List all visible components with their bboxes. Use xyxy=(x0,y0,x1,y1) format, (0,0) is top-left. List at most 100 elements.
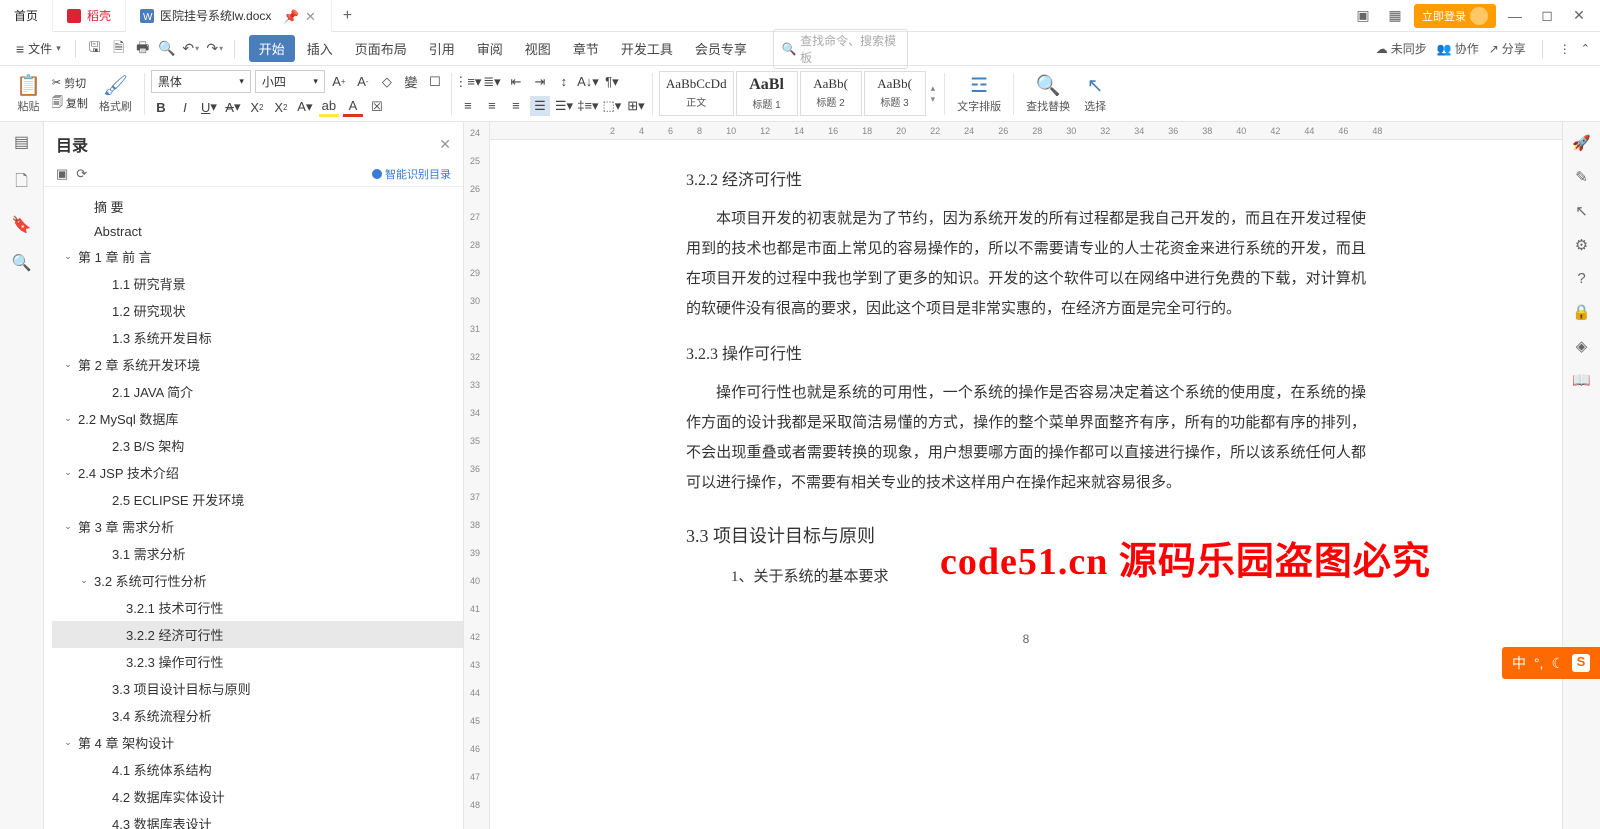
document-scroll[interactable]: 2468101214161820222426283032343638404244… xyxy=(490,122,1562,829)
toc-level-icon[interactable]: ▣ xyxy=(56,166,68,182)
formatpaint-group[interactable]: 🖌格式刷 xyxy=(93,73,138,114)
cut-button[interactable]: ✂ 剪切 xyxy=(49,74,91,92)
underline-icon[interactable]: U▾ xyxy=(199,97,219,117)
font-name-select[interactable]: 黑体▾ xyxy=(151,70,251,93)
print-preview-icon[interactable]: 🔍 xyxy=(156,38,178,60)
file-menu[interactable]: ≡文件▾ xyxy=(10,40,67,57)
number-list-icon[interactable]: ≣▾ xyxy=(482,72,502,92)
diamond-icon[interactable]: ◈ xyxy=(1576,337,1588,355)
expand-icon[interactable]: ⌃ xyxy=(1581,42,1590,55)
toc-item[interactable]: 1.2 研究现状 xyxy=(52,297,463,324)
toc-item[interactable]: 3.4 系统流程分析 xyxy=(52,702,463,729)
toc-close-icon[interactable]: ✕ xyxy=(439,136,451,153)
copy-button[interactable]: 🗐 复制 xyxy=(49,93,91,114)
settings-icon[interactable]: ⚙ xyxy=(1575,236,1588,254)
menu-tab-0[interactable]: 开始 xyxy=(249,35,295,62)
toc-item[interactable]: ⌄第 1 章 前 言 xyxy=(52,243,463,270)
ime-indicator[interactable]: 中 °, ☾ S xyxy=(1502,647,1600,679)
cursor-icon[interactable]: ↖ xyxy=(1575,202,1588,220)
collab-button[interactable]: 👥 协作 xyxy=(1437,40,1479,57)
toc-item[interactable]: 1.1 研究背景 xyxy=(52,270,463,297)
menu-tab-1[interactable]: 插入 xyxy=(297,35,343,62)
rocket-icon[interactable]: 🚀 xyxy=(1572,134,1591,152)
saveas-icon[interactable]: 🗎 xyxy=(108,38,130,60)
tab-close-icon[interactable]: ✕ xyxy=(303,9,317,23)
toc-item[interactable]: 3.2.3 操作可行性 xyxy=(52,648,463,675)
lock-icon[interactable]: 🔒 xyxy=(1572,303,1591,321)
clear-format-icon[interactable]: ◇ xyxy=(377,72,397,92)
tab-home[interactable]: 首页 xyxy=(0,0,53,32)
decrease-font-icon[interactable]: A- xyxy=(353,72,373,92)
style-item-1[interactable]: AaBl标题 1 xyxy=(736,71,798,116)
show-marks-icon[interactable]: ¶▾ xyxy=(602,72,622,92)
style-item-3[interactable]: AaBb(标题 3 xyxy=(864,71,926,116)
tab-document[interactable]: W 医院挂号系统lw.docx 📌 ✕ xyxy=(126,0,332,32)
menu-tab-8[interactable]: 会员专享 xyxy=(685,35,757,62)
pinyin-icon[interactable]: 變 xyxy=(401,72,421,92)
toc-item[interactable]: 摘 要 xyxy=(52,193,463,220)
search-rail-icon[interactable]: 🔍 xyxy=(12,253,32,273)
toc-refresh-icon[interactable]: ⟳ xyxy=(76,166,87,182)
pen-icon[interactable]: ✎ xyxy=(1575,168,1588,186)
help-icon[interactable]: ? xyxy=(1577,270,1585,287)
save-icon[interactable]: 🖫 xyxy=(84,38,106,60)
toc-item[interactable]: 4.3 数据库表设计 xyxy=(52,810,463,829)
italic-icon[interactable]: I xyxy=(175,97,195,117)
border-icon[interactable]: ⊞▾ xyxy=(626,96,646,116)
style-scroll-down-icon[interactable]: ▾ xyxy=(931,94,936,105)
decrease-indent-icon[interactable]: ⇤ xyxy=(506,72,526,92)
increase-indent-icon[interactable]: ⇥ xyxy=(530,72,550,92)
toc-item[interactable]: 2.1 JAVA 简介 xyxy=(52,378,463,405)
more-icon[interactable]: ⋮ xyxy=(1559,42,1571,56)
distribute-icon[interactable]: ☰▾ xyxy=(554,96,574,116)
style-item-0[interactable]: AaBbCcDd正文 xyxy=(659,71,734,116)
print-icon[interactable]: 🖶 xyxy=(132,38,154,60)
tab-add-button[interactable]: + xyxy=(332,7,362,25)
tab-shell[interactable]: 稻壳 xyxy=(53,0,126,32)
toc-item[interactable]: ⌄3.2 系统可行性分析 xyxy=(52,567,463,594)
command-search[interactable]: 🔍 查找命令、搜索模板 xyxy=(773,29,908,69)
font-size-select[interactable]: 小四▾ xyxy=(255,70,325,93)
menu-tab-6[interactable]: 章节 xyxy=(563,35,609,62)
char-border-icon[interactable]: ☐ xyxy=(425,72,445,92)
align-center-icon[interactable]: ≡ xyxy=(482,96,502,116)
toc-item[interactable]: 3.1 需求分析 xyxy=(52,540,463,567)
close-window-icon[interactable]: ✕ xyxy=(1566,3,1592,29)
toc-item[interactable]: ⌄第 2 章 系统开发环境 xyxy=(52,351,463,378)
font-color-icon[interactable]: A xyxy=(343,97,363,117)
toc-item[interactable]: Abstract xyxy=(52,220,463,243)
toc-item[interactable]: 3.2.1 技术可行性 xyxy=(52,594,463,621)
grid-icon[interactable]: ▦ xyxy=(1382,3,1408,29)
undo-icon[interactable]: ↶ xyxy=(180,38,202,60)
toc-item[interactable]: 1.3 系统开发目标 xyxy=(52,324,463,351)
style-scroll-up-icon[interactable]: ▴ xyxy=(931,83,936,94)
toc-item[interactable]: 2.5 ECLIPSE 开发环境 xyxy=(52,486,463,513)
minimize-icon[interactable]: — xyxy=(1502,3,1528,29)
menu-tab-7[interactable]: 开发工具 xyxy=(611,35,683,62)
select-group[interactable]: ↖选择 xyxy=(1078,73,1112,114)
toc-item[interactable]: ⌄2.4 JSP 技术介绍 xyxy=(52,459,463,486)
bullet-list-icon[interactable]: ⋮≡▾ xyxy=(458,72,478,92)
toc-smart-detect[interactable]: 智能识别目录 xyxy=(372,166,451,182)
bookmark-icon[interactable]: 🔖 xyxy=(12,215,32,235)
toc-item[interactable]: ⌄2.2 MySql 数据库 xyxy=(52,405,463,432)
highlight-icon[interactable]: ab xyxy=(319,97,339,117)
char-shading-icon[interactable]: ☒ xyxy=(367,97,387,117)
redo-icon[interactable]: ↷ xyxy=(204,38,226,60)
paste-group[interactable]: 📋粘贴 xyxy=(10,73,47,114)
increase-font-icon[interactable]: A+ xyxy=(329,72,349,92)
book-icon[interactable]: 📖 xyxy=(1572,371,1591,389)
subscript-icon[interactable]: X2 xyxy=(271,97,291,117)
line-spacing-icon[interactable]: ‡≡▾ xyxy=(578,96,598,116)
toc-item[interactable]: 2.3 B/S 架构 xyxy=(52,432,463,459)
find-replace-group[interactable]: 🔍查找替换 xyxy=(1020,73,1076,114)
sort-icon[interactable]: A↓▾ xyxy=(578,72,598,92)
maximize-icon[interactable]: ◻ xyxy=(1534,3,1560,29)
tab-pin-icon[interactable]: 📌 xyxy=(283,9,297,23)
text-direction-icon[interactable]: ↕ xyxy=(554,72,574,92)
share-button[interactable]: ↗ 分享 xyxy=(1489,40,1526,57)
sync-status[interactable]: ☁ 未同步 xyxy=(1376,40,1427,57)
text-layout-group[interactable]: ☲文字排版 xyxy=(951,73,1007,114)
login-button[interactable]: 立即登录 xyxy=(1414,4,1496,28)
outline-icon[interactable]: ▤ xyxy=(14,132,29,152)
